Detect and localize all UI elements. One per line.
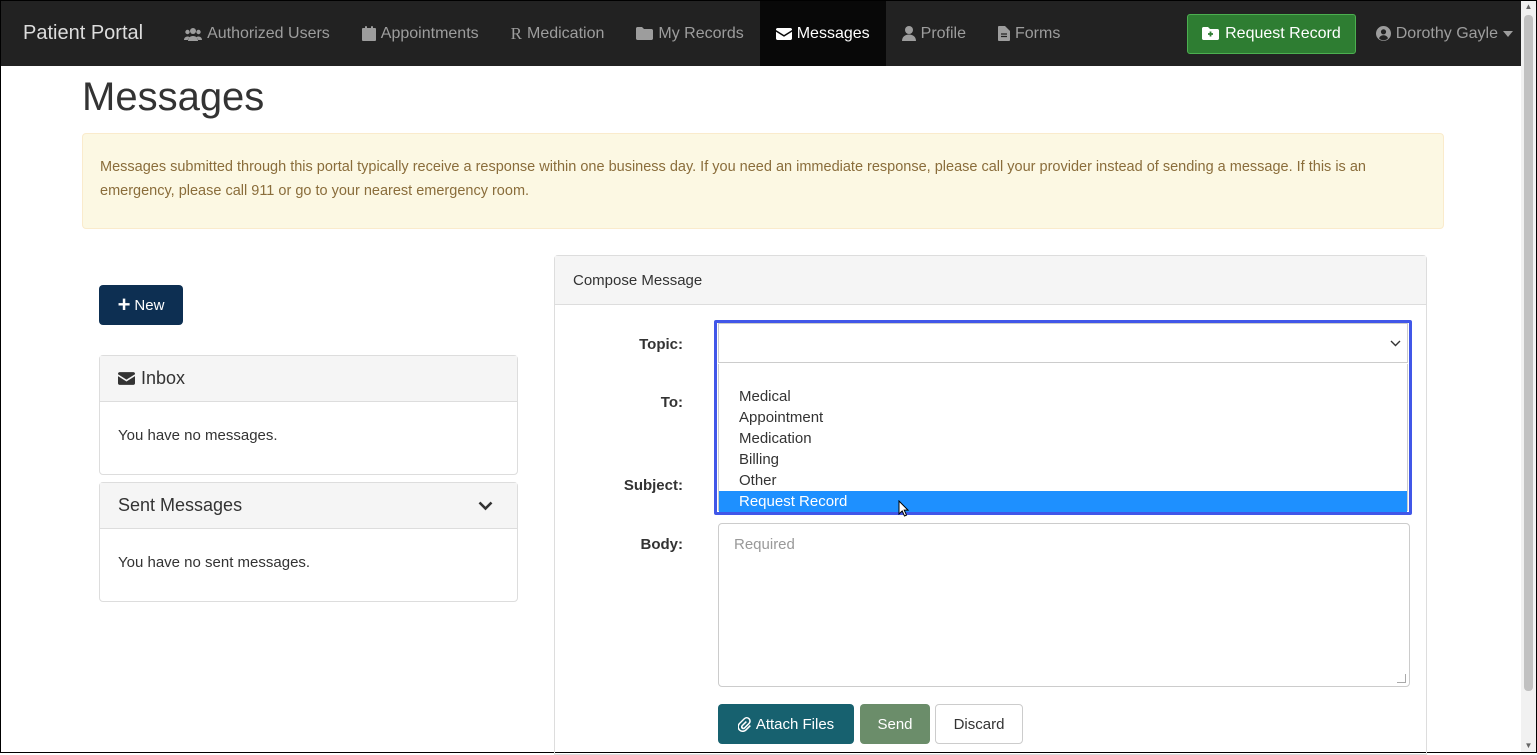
envelope-icon: [118, 372, 135, 385]
file-icon: [998, 26, 1010, 41]
body-textarea[interactable]: Required: [718, 523, 1410, 687]
response-time-alert: Messages submitted through this portal t…: [82, 133, 1444, 229]
brand-link[interactable]: Patient Portal: [1, 22, 158, 45]
folder-icon: [636, 27, 654, 40]
discard-button[interactable]: Discard: [935, 704, 1023, 744]
topic-option-request-record[interactable]: Request Record: [719, 491, 1407, 512]
sent-messages-panel: Sent Messages You have no sent messages.: [99, 482, 518, 602]
compose-heading: Compose Message: [555, 256, 1426, 305]
body-label: Body:: [640, 536, 684, 553]
chevron-down-icon: [1390, 340, 1401, 346]
nav-forms[interactable]: Forms: [982, 1, 1076, 66]
nav-label: Appointments: [380, 24, 479, 42]
scroll-thumb[interactable]: [1524, 15, 1533, 691]
new-label: New: [134, 296, 165, 314]
sent-messages-heading[interactable]: Sent Messages: [100, 483, 517, 529]
calendar-icon: [361, 26, 376, 41]
nav-medication[interactable]: R Medication: [495, 1, 621, 66]
page-title: Messages: [82, 75, 265, 119]
nav-label: Messages: [796, 24, 870, 42]
request-record-button[interactable]: Request Record: [1187, 13, 1356, 54]
attach-files-label: Attach Files: [755, 715, 835, 733]
resize-grip-icon[interactable]: [1397, 674, 1406, 683]
nav-appointments[interactable]: Appointments: [346, 1, 495, 66]
nav-label: My Records: [658, 24, 744, 42]
attach-files-button[interactable]: Attach Files: [718, 704, 854, 744]
topic-option-medical[interactable]: Medical: [719, 386, 1407, 407]
topic-option-billing[interactable]: Billing: [719, 449, 1407, 470]
nav-label: Profile: [920, 24, 966, 42]
folder-plus-icon: [1202, 27, 1225, 40]
chevron-down-icon[interactable]: [478, 501, 493, 511]
scroll-up-arrow-icon[interactable]: ▲: [1521, 1, 1536, 13]
topic-select[interactable]: [718, 323, 1408, 363]
mouse-cursor-icon: [898, 500, 910, 517]
envelope-icon: [775, 27, 792, 40]
user-circle-icon: [1375, 26, 1391, 41]
nav-profile[interactable]: Profile: [886, 1, 982, 66]
nav-label: Medication: [526, 24, 605, 42]
request-record-label: Request Record: [1225, 24, 1341, 42]
nav-label: Forms: [1015, 24, 1061, 42]
sent-empty-text: You have no sent messages.: [118, 554, 311, 571]
topic-label: Topic:: [639, 336, 683, 353]
scroll-down-arrow-icon[interactable]: ▼: [1521, 740, 1536, 752]
inbox-empty-text: You have no messages.: [118, 427, 278, 444]
rx-icon: R: [510, 23, 522, 43]
paperclip-icon: [737, 716, 751, 732]
nav-my-records[interactable]: My Records: [620, 1, 759, 66]
user-name: Dorothy Gayle: [1395, 24, 1498, 42]
send-button[interactable]: Send: [860, 704, 930, 744]
users-icon: [184, 27, 203, 41]
topic-option-appointment[interactable]: Appointment: [719, 407, 1407, 428]
topic-option-other[interactable]: Other: [719, 470, 1407, 491]
page-scrollbar[interactable]: ▲ ▼: [1521, 1, 1536, 752]
subject-label: Subject:: [623, 477, 683, 494]
sent-messages-title: Sent Messages: [118, 495, 243, 515]
inbox-panel: Inbox You have no messages.: [99, 355, 518, 475]
nav-messages[interactable]: Messages: [759, 1, 886, 66]
nav-label: Authorized Users: [207, 24, 330, 42]
nav-authorized-users[interactable]: Authorized Users: [168, 1, 346, 66]
user-menu[interactable]: Dorothy Gayle: [1366, 25, 1523, 43]
top-navbar: Patient Portal Authorized Users Appointm…: [1, 1, 1523, 66]
topic-dropdown-list: Medical Appointment Medication Billing O…: [718, 364, 1408, 512]
topic-option-medication[interactable]: Medication: [719, 428, 1407, 449]
new-message-button[interactable]: + New: [99, 285, 183, 325]
inbox-heading[interactable]: Inbox: [100, 356, 517, 402]
inbox-title: Inbox: [141, 368, 186, 388]
plus-icon: +: [117, 292, 131, 317]
caret-down-icon: [1503, 30, 1513, 37]
to-label: To:: [660, 394, 683, 411]
body-placeholder: Required: [734, 536, 795, 553]
user-icon: [901, 26, 916, 41]
